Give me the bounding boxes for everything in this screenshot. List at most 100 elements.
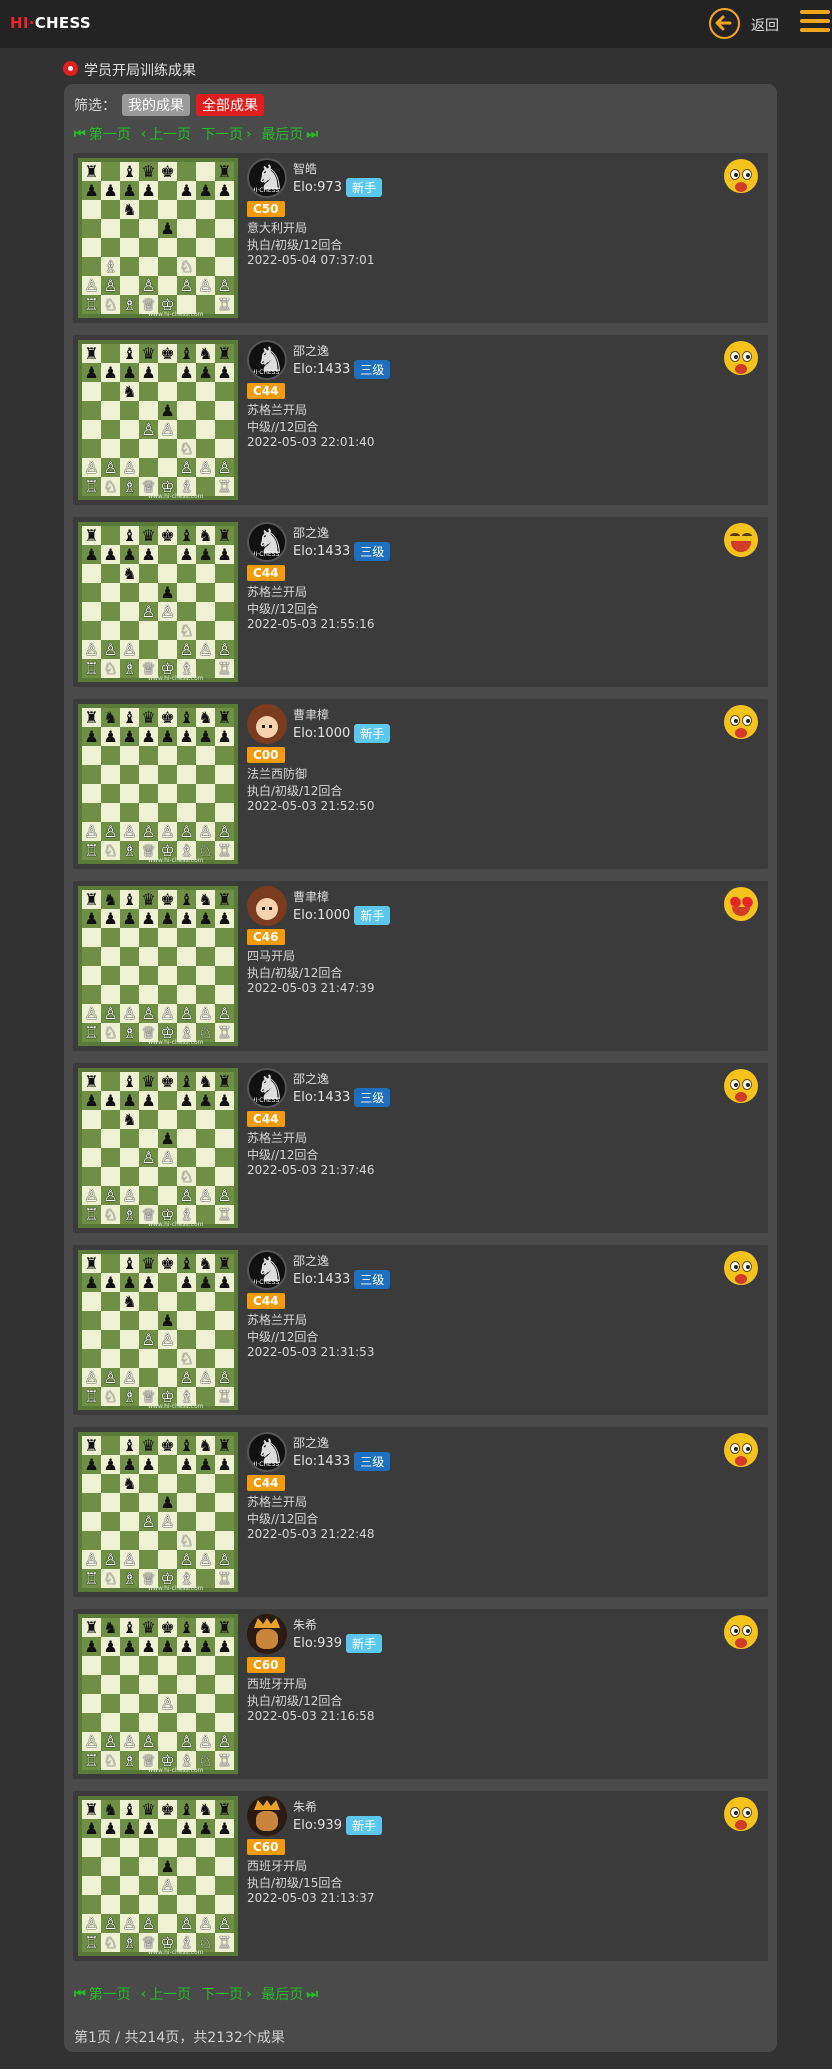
board-square (158, 1349, 177, 1368)
result-card[interactable]: ♜ ♝ ♛ ♚ ♜ ♟ ♟ ♟ ♟ ♟ ♟ ♟ ♞ ♟ ♗ ♘ ♙ ♙ ♙ ♙ ♙ ♙ ♖ ♘ ♗ ♕ ♔ ♖ www.hi-chess… (73, 153, 768, 323)
result-card[interactable]: ♜ ♝ ♛ ♚ ♝ ♞ ♜ ♟ ♟ ♟ ♟ ♟ ♟ ♟ ♞ ♟ ♙ ♙ ♘ ♙ ♙ ♙ ♙ ♙ ♙ ♖ ♘ ♗ ♕ ♔ ♗ ♖ www.hi-c… (73, 335, 768, 505)
black-pawn-icon: ♟ (215, 1455, 234, 1474)
eco-code-badge: C44 (247, 565, 285, 581)
board-square (196, 1311, 215, 1330)
last-page-link[interactable]: 最后页 ⏭ (261, 1984, 318, 2004)
page-title: 学员开局训练成果 (84, 63, 196, 79)
board-square (139, 784, 158, 803)
chess-board-thumbnail[interactable]: ♜ ♝ ♛ ♚ ♝ ♞ ♜ ♟ ♟ ♟ ♟ ♟ ♟ ♟ ♞ ♟ ♙ ♙ ♘ ♙ ♙ ♙ ♙ ♙ ♙ ♖ ♘ ♗ ♕ ♔ ♗ ♖ www.hi-c… (78, 1432, 238, 1592)
result-card[interactable]: ♜ ♞ ♝ ♛ ♚ ♝ ♞ ♜ ♟ ♟ ♟ ♟ ♟ ♟ ♟ ♟ ♙ ♙ ♙ ♙ ♙ ♙ ♙ ♙ ♖ ♘ ♗ ♕ ♔ ♗ ♘ ♖ www.hi-c… (73, 1609, 768, 1779)
result-card[interactable]: ♜ ♝ ♛ ♚ ♝ ♞ ♜ ♟ ♟ ♟ ♟ ♟ ♟ ♟ ♞ ♟ ♙ ♙ ♘ ♙ ♙ ♙ ♙ ♙ ♙ ♖ ♘ ♗ ♕ ♔ ♗ ♖ www.hi-c… (73, 1245, 768, 1415)
result-card[interactable]: ♜ ♞ ♝ ♛ ♚ ♝ ♞ ♜ ♟ ♟ ♟ ♟ ♟ ♟ ♟ ♟ ♙ ♙ ♙ ♙ ♙ ♙ ♙ ♙ ♖ ♘ ♗ ♕ ♔ ♗ ♘ ♖ www.hi-c… (73, 1791, 768, 1961)
student-name: 邵之逸 (293, 526, 330, 540)
avatar[interactable] (247, 704, 287, 744)
chess-board-thumbnail[interactable]: ♜ ♞ ♝ ♛ ♚ ♝ ♞ ♜ ♟ ♟ ♟ ♟ ♟ ♟ ♟ ♟ ♙ ♙ ♙ ♙ ♙ ♙ ♙ ♙ ♖ ♘ ♗ ♕ ♔ ♗ ♘ ♖ www.hi-c… (78, 1614, 238, 1774)
board-square (196, 1694, 215, 1713)
board-square (158, 621, 177, 640)
result-card[interactable]: ♜ ♝ ♛ ♚ ♝ ♞ ♜ ♟ ♟ ♟ ♟ ♟ ♟ ♟ ♞ ♟ ♙ ♙ ♘ ♙ ♙ ♙ ♙ ♙ ♙ ♖ ♘ ♗ ♕ ♔ ♗ ♖ www.hi-c… (73, 517, 768, 687)
board-square (196, 1895, 215, 1914)
avatar[interactable] (247, 340, 287, 380)
chess-board-thumbnail[interactable]: ♜ ♞ ♝ ♛ ♚ ♝ ♞ ♜ ♟ ♟ ♟ ♟ ♟ ♟ ♟ ♟ ♙ ♙ ♙ ♙ ♙ ♙ ♙ ♙ ♖ ♘ ♗ ♕ ♔ ♗ ♘ ♖ www.hi-c… (78, 1796, 238, 1956)
board-square (120, 257, 139, 276)
black-bishop-icon: ♝ (177, 1800, 196, 1819)
logo[interactable]: HI·CHESS (10, 14, 91, 32)
first-page-link[interactable]: ⏮ 第一页 (74, 1984, 131, 2004)
board-square (120, 1656, 139, 1675)
result-card[interactable]: ♜ ♝ ♛ ♚ ♝ ♞ ♜ ♟ ♟ ♟ ♟ ♟ ♟ ♟ ♞ ♟ ♙ ♙ ♘ ♙ ♙ ♙ ♙ ♙ ♙ ♖ ♘ ♗ ♕ ♔ ♗ ♖ www.hi-c… (73, 1427, 768, 1597)
black-rook-icon: ♜ (215, 708, 234, 727)
elo-row: Elo:1433 三级 (293, 360, 391, 379)
board-square (196, 1474, 215, 1493)
avatar[interactable] (247, 1068, 287, 1108)
prev-page-link[interactable]: ‹ 上一页 (141, 1984, 191, 2004)
white-pawn-icon: ♙ (177, 640, 196, 659)
black-pawn-icon: ♟ (158, 1493, 177, 1512)
chess-board-thumbnail[interactable]: ♜ ♝ ♛ ♚ ♝ ♞ ♜ ♟ ♟ ♟ ♟ ♟ ♟ ♟ ♞ ♟ ♙ ♙ ♘ ♙ ♙ ♙ ♙ ♙ ♙ ♖ ♘ ♗ ♕ ♔ ♗ ♖ www.hi-c… (78, 1250, 238, 1410)
white-pawn-icon: ♙ (139, 1512, 158, 1531)
training-detail: 中级//12回合 (247, 602, 319, 616)
filter-my-results[interactable]: 我的成果 (122, 94, 190, 116)
white-pawn-icon: ♙ (139, 1004, 158, 1023)
board-square (101, 1110, 120, 1129)
chess-board-thumbnail[interactable]: ♜ ♞ ♝ ♛ ♚ ♝ ♞ ♜ ♟ ♟ ♟ ♟ ♟ ♟ ♟ ♟ ♙ ♙ ♙ ♙ ♙ ♙ ♙ ♙ ♖ ♘ ♗ ♕ ♔ ♗ ♘ ♖ www.hi-c… (78, 704, 238, 864)
board-square (196, 1838, 215, 1857)
back-arrow-icon[interactable] (709, 8, 740, 39)
next-page-link[interactable]: 下一页 › (201, 1984, 251, 2004)
first-page-link[interactable]: ⏮ 第一页 (74, 124, 131, 144)
back-button[interactable]: 返回 (751, 15, 779, 35)
result-card[interactable]: ♜ ♝ ♛ ♚ ♝ ♞ ♜ ♟ ♟ ♟ ♟ ♟ ♟ ♟ ♞ ♟ ♙ ♙ ♘ ♙ ♙ ♙ ♙ ♙ ♙ ♖ ♘ ♗ ♕ ♔ ♗ ♖ www.hi-c… (73, 1063, 768, 1233)
board-square (158, 784, 177, 803)
black-bishop-icon: ♝ (177, 890, 196, 909)
white-knight-icon: ♘ (101, 841, 120, 860)
black-king-icon: ♚ (158, 890, 177, 909)
board-square (158, 276, 177, 295)
board-square (215, 985, 234, 1004)
chess-board-thumbnail[interactable]: ♜ ♝ ♛ ♚ ♝ ♞ ♜ ♟ ♟ ♟ ♟ ♟ ♟ ♟ ♞ ♟ ♙ ♙ ♘ ♙ ♙ ♙ ♙ ♙ ♙ ♖ ♘ ♗ ♕ ♔ ♗ ♖ www.hi-c… (78, 522, 238, 682)
white-pawn-icon: ♙ (158, 822, 177, 841)
avatar[interactable] (247, 1432, 287, 1472)
white-pawn-icon: ♙ (82, 822, 101, 841)
black-pawn-icon: ♟ (139, 1273, 158, 1292)
black-rook-icon: ♜ (82, 1436, 101, 1455)
chess-board-thumbnail[interactable]: ♜ ♝ ♛ ♚ ♝ ♞ ♜ ♟ ♟ ♟ ♟ ♟ ♟ ♟ ♞ ♟ ♙ ♙ ♘ ♙ ♙ ♙ ♙ ♙ ♙ ♖ ♘ ♗ ♕ ♔ ♗ ♖ www.hi-c… (78, 340, 238, 500)
result-card[interactable]: ♜ ♞ ♝ ♛ ♚ ♝ ♞ ♜ ♟ ♟ ♟ ♟ ♟ ♟ ♟ ♟ ♙ ♙ ♙ ♙ ♙ ♙ ♙ ♙ ♖ ♘ ♗ ♕ ♔ ♗ ♘ ♖ www.hi-c… (73, 881, 768, 1051)
board-square (158, 1675, 177, 1694)
white-bishop-icon: ♗ (120, 1751, 139, 1770)
black-pawn-icon: ♟ (139, 545, 158, 564)
last-page-link[interactable]: 最后页 ⏭ (261, 124, 318, 144)
chess-board-thumbnail[interactable]: ♜ ♝ ♛ ♚ ♝ ♞ ♜ ♟ ♟ ♟ ♟ ♟ ♟ ♟ ♞ ♟ ♙ ♙ ♘ ♙ ♙ ♙ ♙ ♙ ♙ ♖ ♘ ♗ ♕ ♔ ♗ ♖ www.hi-c… (78, 1068, 238, 1228)
avatar[interactable] (247, 158, 287, 198)
white-rook-icon: ♖ (215, 1205, 234, 1224)
board-square (82, 784, 101, 803)
elo-row: Elo:1433 三级 (293, 542, 391, 561)
avatar[interactable] (247, 1250, 287, 1290)
white-pawn-icon: ♙ (101, 1004, 120, 1023)
next-page-link[interactable]: 下一页 › (201, 124, 251, 144)
black-rook-icon: ♜ (82, 1254, 101, 1273)
rank-badge: 三级 (354, 1452, 391, 1471)
elo-rating: Elo:1433 (293, 1454, 351, 1469)
white-pawn-icon: ♙ (177, 1186, 196, 1205)
black-knight-icon: ♞ (196, 890, 215, 909)
board-square (215, 602, 234, 621)
result-card[interactable]: ♜ ♞ ♝ ♛ ♚ ♝ ♞ ♜ ♟ ♟ ♟ ♟ ♟ ♟ ♟ ♟ ♙ ♙ ♙ ♙ ♙ ♙ ♙ ♙ ♖ ♘ ♗ ♕ ♔ ♗ ♘ ♖ www.hi-c… (73, 699, 768, 869)
elo-row: Elo:1433 三级 (293, 1270, 391, 1289)
avatar[interactable] (247, 886, 287, 926)
board-square (82, 1148, 101, 1167)
avatar[interactable] (247, 1796, 287, 1836)
white-pawn-icon: ♙ (196, 458, 215, 477)
pager-bottom: ⏮ 第一页 ‹ 上一页 下一页 › 最后页 ⏭ (74, 1984, 328, 2004)
prev-page-link[interactable]: ‹ 上一页 (141, 124, 191, 144)
white-pawn-icon: ♙ (139, 822, 158, 841)
avatar[interactable] (247, 1614, 287, 1654)
menu-icon[interactable] (800, 10, 830, 36)
white-pawn-icon: ♙ (196, 1368, 215, 1387)
avatar[interactable] (247, 522, 287, 562)
chess-board-thumbnail[interactable]: ♜ ♞ ♝ ♛ ♚ ♝ ♞ ♜ ♟ ♟ ♟ ♟ ♟ ♟ ♟ ♟ ♙ ♙ ♙ ♙ ♙ ♙ ♙ ♙ ♖ ♘ ♗ ♕ ♔ ♗ ♘ ♖ www.hi-c… (78, 886, 238, 1046)
board-square (196, 985, 215, 1004)
board-square (139, 564, 158, 583)
chess-board-thumbnail[interactable]: ♜ ♝ ♛ ♚ ♜ ♟ ♟ ♟ ♟ ♟ ♟ ♟ ♞ ♟ ♗ ♘ ♙ ♙ ♙ ♙ ♙ ♙ ♖ ♘ ♗ ♕ ♔ ♖ www.hi-chess… (78, 158, 238, 318)
filter-all-results[interactable]: 全部成果 (196, 94, 264, 116)
black-king-icon: ♚ (158, 344, 177, 363)
black-pawn-icon: ♟ (196, 727, 215, 746)
